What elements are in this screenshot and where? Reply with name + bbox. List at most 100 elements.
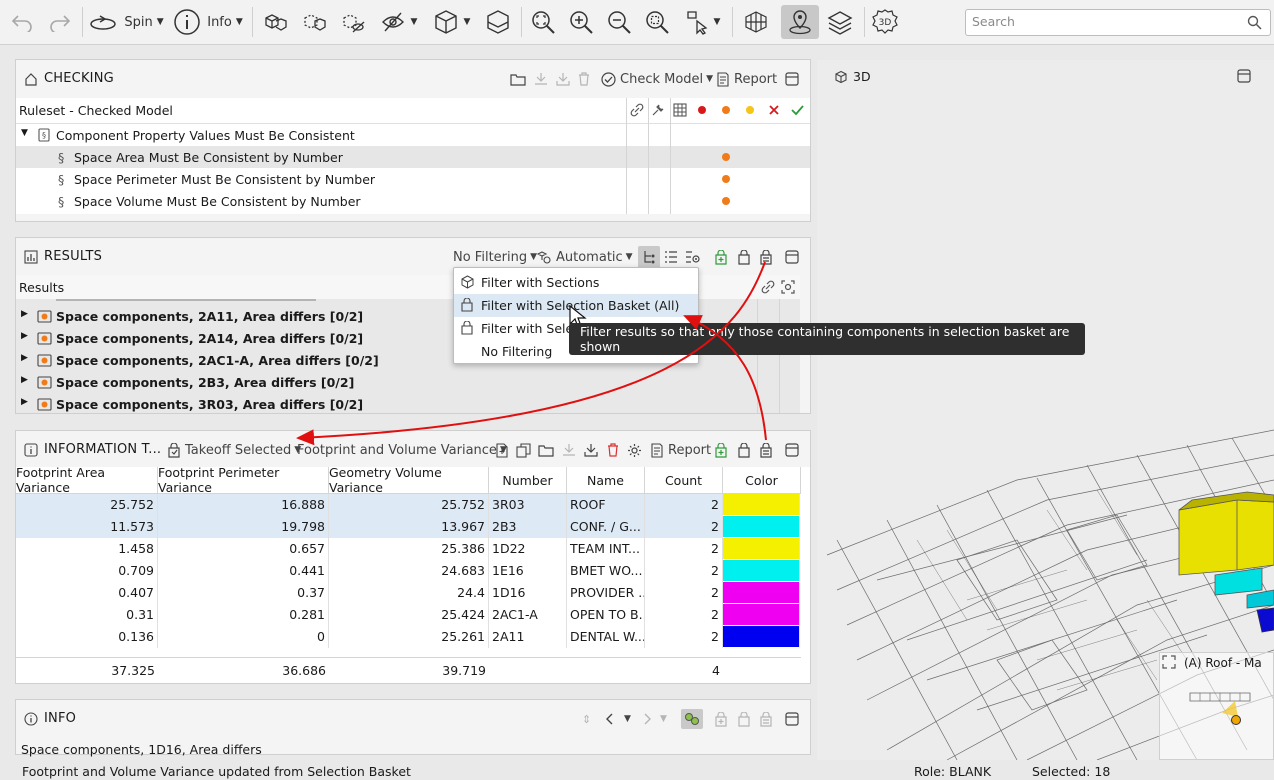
expand-arrow-icon[interactable]: ▶ — [21, 375, 28, 385]
column-header[interactable]: Color — [723, 467, 801, 493]
basket-list-button[interactable] — [759, 440, 773, 460]
table-row[interactable]: 1.458 0.657 25.386 1D22 TEAM INT... 2 — [16, 538, 800, 560]
ruleset-row[interactable]: ▼ § Component Property Values Must Be Co… — [16, 124, 810, 146]
blue-component-block[interactable] — [1256, 607, 1274, 633]
column-header[interactable]: Geometry Volume Variance — [329, 465, 489, 495]
table-row[interactable]: 11.573 19.798 13.967 2B3 CONF. / G... 2 — [16, 516, 800, 538]
column-header[interactable]: Count — [645, 467, 723, 493]
filter-dropdown[interactable]: No Filtering ▼ — [453, 247, 537, 267]
focus-icon[interactable] — [781, 280, 795, 294]
3d-view[interactable]: 3D (A) Roof - Ma — [817, 60, 1274, 760]
basket-button[interactable] — [737, 709, 751, 729]
list-view-button[interactable] — [664, 247, 678, 267]
basket-button[interactable] — [737, 247, 751, 267]
info-button[interactable]: Info ▼ — [171, 5, 245, 39]
zoom-in-button[interactable] — [564, 5, 598, 39]
tree-view-button[interactable] — [638, 246, 660, 268]
expand-icon[interactable] — [1162, 655, 1176, 669]
link-icon[interactable] — [760, 280, 776, 294]
search-box[interactable] — [965, 9, 1271, 36]
redo-button[interactable] — [44, 5, 76, 39]
import-alt-button[interactable] — [555, 69, 571, 89]
results-settings-button[interactable] — [685, 247, 701, 267]
result-row[interactable]: ▶ Space components, 3R03, Area differs [… — [16, 393, 800, 413]
previous-button[interactable] — [605, 709, 615, 729]
menu-item-filter-sections[interactable]: Filter with Sections — [454, 271, 698, 294]
yellow-component-block[interactable] — [1178, 499, 1274, 576]
column-header[interactable]: Footprint Area Variance — [16, 465, 158, 495]
cyan-component-block[interactable] — [1214, 567, 1263, 596]
pick-tool-button[interactable]: ▼ — [678, 5, 726, 39]
history-dropdown[interactable]: ▼ — [624, 709, 631, 729]
view-cube-button[interactable]: ▼ — [427, 5, 475, 39]
add-to-basket-button[interactable] — [714, 440, 728, 460]
information-maximize-button[interactable] — [785, 440, 799, 460]
spin-button[interactable]: Spin ▼ — [88, 5, 164, 39]
takeoff-settings-button[interactable] — [627, 440, 642, 460]
basket-list-button[interactable] — [759, 709, 773, 729]
delete-takeoff-button[interactable] — [606, 440, 620, 460]
collapse-arrow-icon[interactable]: ▼ — [21, 128, 28, 138]
table-row[interactable]: 0.407 0.37 24.4 1D16 PROVIDER ... 2 — [16, 582, 800, 604]
info-maximize-button[interactable] — [785, 709, 799, 729]
view-3d-settings-button[interactable]: 3D — [868, 5, 902, 39]
rule-row[interactable]: § Space Area Must Be Consistent by Numbe… — [16, 146, 810, 168]
table-row[interactable]: 0.31 0.281 25.424 2AC1-A OPEN TO B... 2 — [16, 604, 800, 626]
takeoff-report-button[interactable]: Report — [650, 440, 711, 460]
import-button[interactable] — [533, 69, 549, 89]
section-box-button[interactable] — [481, 5, 515, 39]
linked-selection-button[interactable] — [681, 709, 703, 729]
expand-arrow-icon[interactable]: ▶ — [21, 353, 28, 363]
rule-row[interactable]: § Space Perimeter Must Be Consistent by … — [16, 168, 810, 190]
open-ruleset-button[interactable] — [510, 69, 526, 89]
forward-dropdown[interactable]: ▼ — [660, 709, 667, 729]
checking-maximize-button[interactable] — [785, 69, 799, 89]
select-components-button[interactable] — [297, 5, 331, 39]
camera-position-marker[interactable] — [1231, 715, 1241, 725]
basket-list-button[interactable] — [759, 247, 773, 267]
table-row[interactable]: 0.709 0.441 24.683 1E16 BMET WO... 2 — [16, 560, 800, 582]
variance-dropdown[interactable]: Footprint and Volume Variance ▼ — [297, 440, 507, 460]
minimap[interactable]: (A) Roof - Ma — [1159, 652, 1274, 760]
location-button[interactable] — [781, 5, 819, 39]
column-header[interactable]: Name — [567, 467, 645, 493]
sort-button[interactable]: ⇕ — [582, 709, 591, 729]
new-takeoff-button[interactable] — [495, 440, 509, 460]
takeoff-selected-dropdown[interactable]: Takeoff Selected ▼ — [167, 440, 301, 460]
layers-button[interactable] — [822, 5, 858, 39]
add-to-basket-button[interactable] — [714, 247, 728, 267]
next-button[interactable] — [642, 709, 652, 729]
basket-button[interactable] — [737, 440, 751, 460]
expand-arrow-icon[interactable]: ▶ — [21, 309, 28, 319]
zoom-out-button[interactable] — [602, 5, 636, 39]
zoom-selected-button[interactable] — [640, 5, 674, 39]
expand-arrow-icon[interactable]: ▶ — [21, 397, 28, 407]
results-maximize-button[interactable] — [785, 247, 799, 267]
duplicate-button[interactable] — [516, 440, 531, 460]
table-row[interactable]: 25.752 16.888 25.752 3R03 ROOF 2 — [16, 494, 800, 516]
rule-row[interactable]: § Space Volume Must Be Consistent by Num… — [16, 190, 810, 212]
undo-button[interactable] — [6, 5, 38, 39]
column-header[interactable]: Footprint Perimeter Variance — [158, 465, 329, 495]
table-icon[interactable] — [673, 103, 687, 117]
wrench-icon[interactable] — [651, 103, 665, 117]
column-header[interactable]: Number — [489, 467, 567, 493]
search-input[interactable] — [972, 14, 1242, 29]
expand-arrow-icon[interactable]: ▶ — [21, 331, 28, 341]
table-row[interactable]: 0.136 0 25.261 2A11 DENTAL W... 2 — [16, 626, 800, 648]
floor-plan-button[interactable] — [738, 5, 774, 39]
checking-report-button[interactable]: Report — [716, 69, 777, 89]
automatic-dropdown[interactable]: Automatic ▼ — [536, 247, 633, 267]
check-model-button[interactable]: Check Model ▼ — [601, 69, 713, 89]
basket-add-button[interactable] — [714, 709, 728, 729]
visibility-button[interactable]: ▼ — [375, 5, 421, 39]
zoom-extents-button[interactable] — [526, 5, 560, 39]
export-takeoff-button[interactable] — [583, 440, 599, 460]
import-takeoff-button[interactable] — [561, 440, 577, 460]
link-icon[interactable] — [629, 103, 645, 117]
delete-ruleset-button[interactable] — [577, 69, 591, 89]
components-button[interactable] — [258, 5, 292, 39]
hide-components-button[interactable] — [336, 5, 370, 39]
open-takeoff-button[interactable] — [538, 440, 554, 460]
result-row[interactable]: ▶ Space components, 2B3, Area differs [0… — [16, 371, 800, 393]
